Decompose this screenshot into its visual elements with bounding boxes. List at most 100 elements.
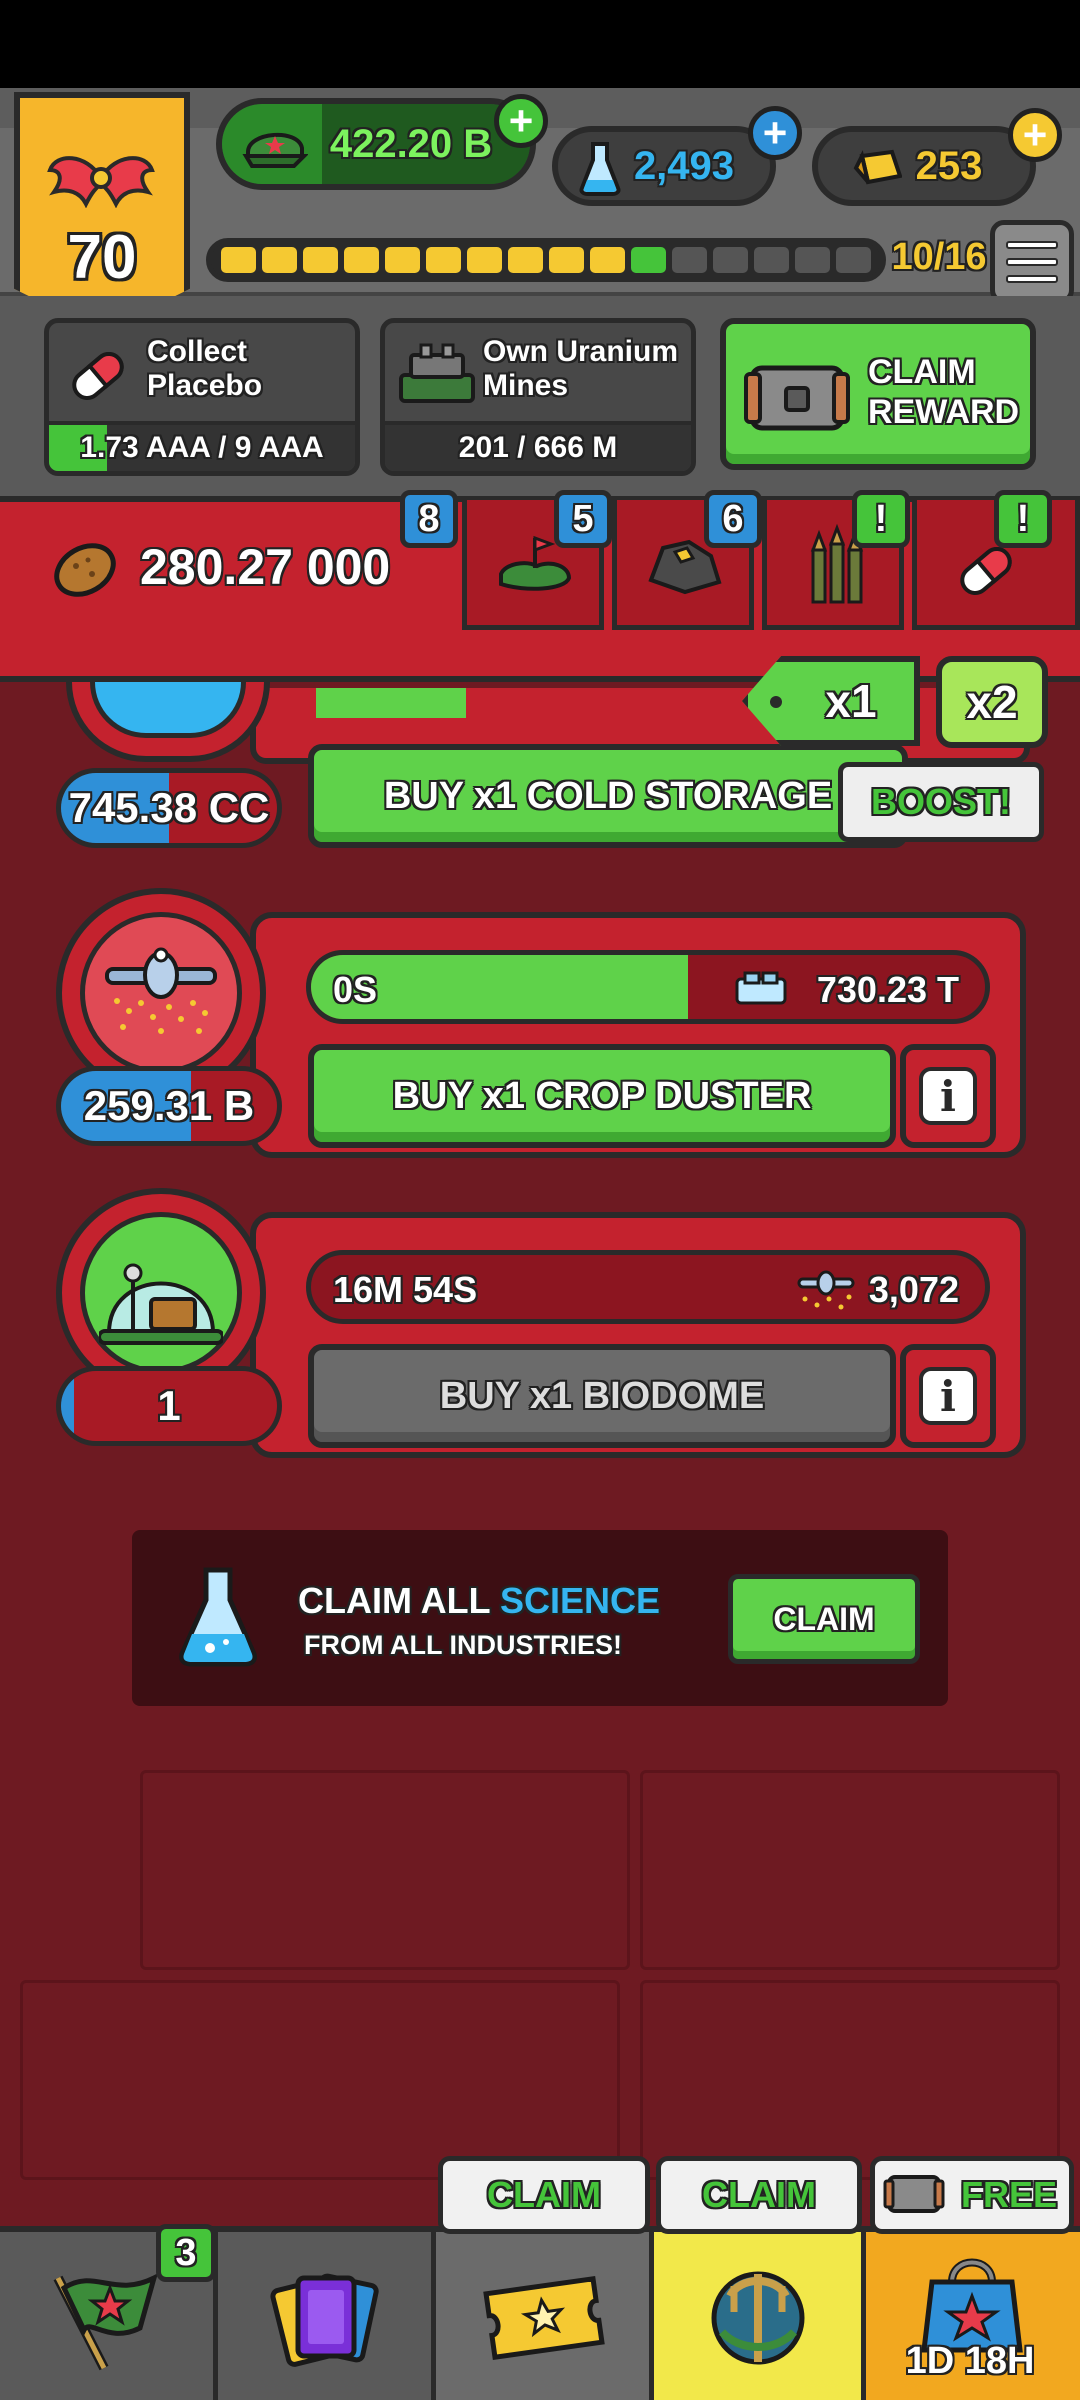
menu-line-icon <box>1006 241 1058 249</box>
xp-progress-bar <box>206 238 886 282</box>
xp-segment <box>631 247 666 273</box>
buy-biodome-button[interactable]: BUY x1 BIODOME <box>308 1344 896 1448</box>
crop-duster-mini-icon <box>797 1270 855 1310</box>
tab-badge: 5 <box>554 490 612 548</box>
uranium-mine-icon <box>399 343 475 403</box>
quest-progress: 201 / 666 M <box>385 421 691 471</box>
add-gold-button[interactable]: + <box>1008 108 1062 162</box>
multiplier-x2-button[interactable]: x2 <box>936 656 1048 748</box>
flask-icon <box>179 1567 257 1667</box>
buy-crop-duster-button[interactable]: BUY x1 CROP DUSTER <box>308 1044 896 1148</box>
biodome-progress-bar: 16M 54S 3,072 <box>306 1250 990 1324</box>
crate-icon <box>744 365 850 431</box>
xp-segment <box>549 247 584 273</box>
menu-line-icon <box>1006 258 1058 266</box>
science-amount: 2,493 <box>633 143 735 188</box>
wall-panel <box>20 1980 620 2180</box>
claim-science-button[interactable]: CLAIM <box>728 1574 920 1664</box>
menu-line-icon <box>1006 275 1058 283</box>
xp-segment <box>467 247 502 273</box>
add-cash-button[interactable]: + <box>494 94 548 148</box>
tab-badge: ! <box>852 490 910 548</box>
xp-segment <box>590 247 625 273</box>
tab-badge: ! <box>994 490 1052 548</box>
xp-segment <box>221 247 256 273</box>
tab-badge: 8 <box>400 490 458 548</box>
xp-segment <box>426 247 461 273</box>
trident-emblem-icon <box>711 2271 805 2365</box>
status-bar <box>0 0 1080 88</box>
crop-duster-plane-icon <box>105 947 217 1034</box>
science-pill[interactable]: 2,493 <box>552 126 776 206</box>
claim-science-highlight: SCIENCE <box>500 1580 661 1621</box>
claim-reward-label: CLAIM REWARD <box>868 353 1020 431</box>
xp-segment <box>344 247 379 273</box>
claim-science-title: CLAIM ALL SCIENCE <box>298 1580 660 1622</box>
flask-icon <box>579 142 621 196</box>
biodome-count: 1 <box>56 1366 282 1446</box>
cards-icon <box>270 2273 379 2367</box>
claim-science-subtitle: FROM ALL INDUSTRIES! <box>304 1630 622 1660</box>
info-icon: i <box>919 1067 977 1125</box>
xp-segment <box>262 247 297 273</box>
flag-icon <box>53 2273 158 2371</box>
biodome-icon <box>99 1263 223 1345</box>
buy-cold-storage-button[interactable]: BUY x1 COLD STORAGE <box>308 744 908 848</box>
shop-timer: 1D 18H <box>905 2340 1035 2382</box>
xp-segment <box>836 247 871 273</box>
info-icon: i <box>919 1367 977 1425</box>
level-number: 70 <box>67 223 137 292</box>
pill-icon <box>72 352 124 400</box>
crop-duster-rate: 730.23 T <box>816 969 959 1010</box>
quest-card-uranium[interactable]: Own Uranium Mines 201 / 666 M <box>380 318 696 476</box>
quest-progress-text: 1.73 AAA / 9 AAA <box>80 431 324 464</box>
army-cap-icon <box>242 133 308 168</box>
wall-panel <box>140 1770 630 1970</box>
cash-pill[interactable]: 422.20 B <box>216 98 536 190</box>
biodome-info-button[interactable]: i <box>900 1344 996 1448</box>
wall-panel <box>640 1980 1060 2180</box>
biodome-rate: 3,072 <box>868 1269 959 1310</box>
potato-icon <box>54 543 116 597</box>
ticket-icon <box>483 2275 605 2361</box>
nav-cards[interactable] <box>218 2232 436 2400</box>
biodome-timer: 16M 54S <box>333 1269 478 1310</box>
quest-card-placebo[interactable]: Collect Placebo 1.73 AAA / 9 AAA <box>44 318 360 476</box>
cold-storage-count: 745.38 CC <box>56 768 282 848</box>
gold-amount: 253 <box>915 143 983 188</box>
wall-panel <box>640 1770 1060 1970</box>
xp-segment <box>672 247 707 273</box>
nav-emblem[interactable] <box>654 2232 866 2400</box>
cold-storage-icon-circle <box>66 682 270 762</box>
shop-free-tag[interactable]: FREE <box>870 2156 1074 2234</box>
emblem-claim-tag[interactable]: CLAIM <box>656 2156 862 2234</box>
tickets-claim-tag[interactable]: CLAIM <box>438 2156 650 2234</box>
menu-button[interactable] <box>990 220 1074 304</box>
xp-segment <box>795 247 830 273</box>
gold-bar-icon <box>853 149 902 185</box>
missions-badge: 3 <box>156 2224 216 2282</box>
cash-amount: 422.20 B <box>329 121 493 166</box>
add-science-button[interactable]: + <box>748 106 802 160</box>
crop-duster-count: 259.31 B <box>56 1066 282 1146</box>
quest-title: Collect Placebo <box>147 335 263 402</box>
boost-button[interactable]: BOOST! <box>838 762 1044 842</box>
xp-segment <box>508 247 543 273</box>
quest-progress: 1.73 AAA / 9 AAA <box>49 421 355 471</box>
crop-duster-timer: 0S <box>333 969 378 1010</box>
crop-duster-progress-bar: 0S 730.23 T <box>306 950 990 1024</box>
xp-segment <box>713 247 748 273</box>
cold-storage-mini-icon <box>735 971 787 1005</box>
crop-duster-info-button[interactable]: i <box>900 1044 996 1148</box>
xp-segment <box>303 247 338 273</box>
tab-badge: 6 <box>704 490 762 548</box>
crate-icon <box>883 2175 945 2213</box>
resource-count: 280.27 000 <box>140 539 391 595</box>
nav-tickets[interactable] <box>436 2232 654 2400</box>
wings-icon <box>47 156 155 208</box>
gold-pill[interactable]: 253 <box>812 126 1036 206</box>
xp-segment <box>385 247 420 273</box>
quest-progress-text: 201 / 666 M <box>458 431 618 464</box>
claim-science-prefix: CLAIM ALL <box>298 1580 490 1621</box>
quest-title: Own Uranium Mines <box>483 335 679 402</box>
